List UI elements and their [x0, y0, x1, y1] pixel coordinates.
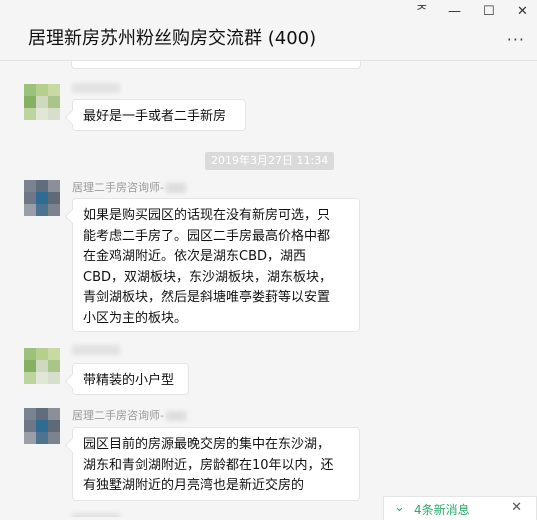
sender-name-blurred: [72, 345, 120, 355]
message-bubble[interactable]: 带精装的小户型: [72, 363, 189, 395]
sender-name-blurred: [72, 513, 120, 517]
chat-header: 居理新房苏州粉丝购房交流群 (400) ᅎ — ☐ ✕ ···: [0, 0, 537, 61]
message-text: 最好是一手或者二手新房: [83, 109, 227, 124]
chat-title: 居理新房苏州粉丝购房交流群 (400): [28, 28, 317, 49]
sender-name: 居理二手房咨询师-: [72, 407, 186, 423]
chevron-down-icon: ⌄: [394, 500, 405, 515]
message-bubble[interactable]: 园区目前的房源最晚交房的集中在东沙湖， 湖东和青剑湖附近，房龄都在10年以内，还…: [72, 427, 360, 501]
pin-icon[interactable]: ᅎ: [416, 4, 428, 20]
message-bubble[interactable]: 最好是一手或者二手新房: [72, 99, 246, 131]
avatar[interactable]: [24, 408, 60, 444]
new-messages-banner[interactable]: ⌄ 4条新消息 ✕: [383, 496, 537, 520]
message-bubble[interactable]: 如果是购买园区的话现在没有新房可选，只 能考虑二手房了。园区二手房最高价格中都 …: [72, 198, 360, 332]
chat-area[interactable]: 最好是一手或者二手新房 2019年3月27日 11:34 居理二手房咨询师- 如…: [0, 61, 537, 517]
maximize-icon[interactable]: ☐: [483, 4, 495, 20]
close-icon[interactable]: ✕: [517, 4, 528, 20]
sender-name: 居理二手房咨询师-: [72, 179, 186, 195]
minimize-icon[interactable]: —: [448, 4, 461, 20]
avatar[interactable]: [24, 348, 60, 384]
timestamp-divider: 2019年3月27日 11:34: [205, 152, 335, 170]
new-messages-label[interactable]: 4条新消息: [414, 501, 470, 518]
more-options-icon[interactable]: ···: [507, 30, 525, 49]
message-text: 带精装的小户型: [83, 373, 175, 388]
close-icon[interactable]: ✕: [511, 500, 522, 515]
previous-message-bubble: [71, 61, 361, 69]
avatar[interactable]: [24, 84, 60, 120]
avatar[interactable]: [24, 180, 60, 216]
sender-name-blurred: [72, 83, 120, 93]
